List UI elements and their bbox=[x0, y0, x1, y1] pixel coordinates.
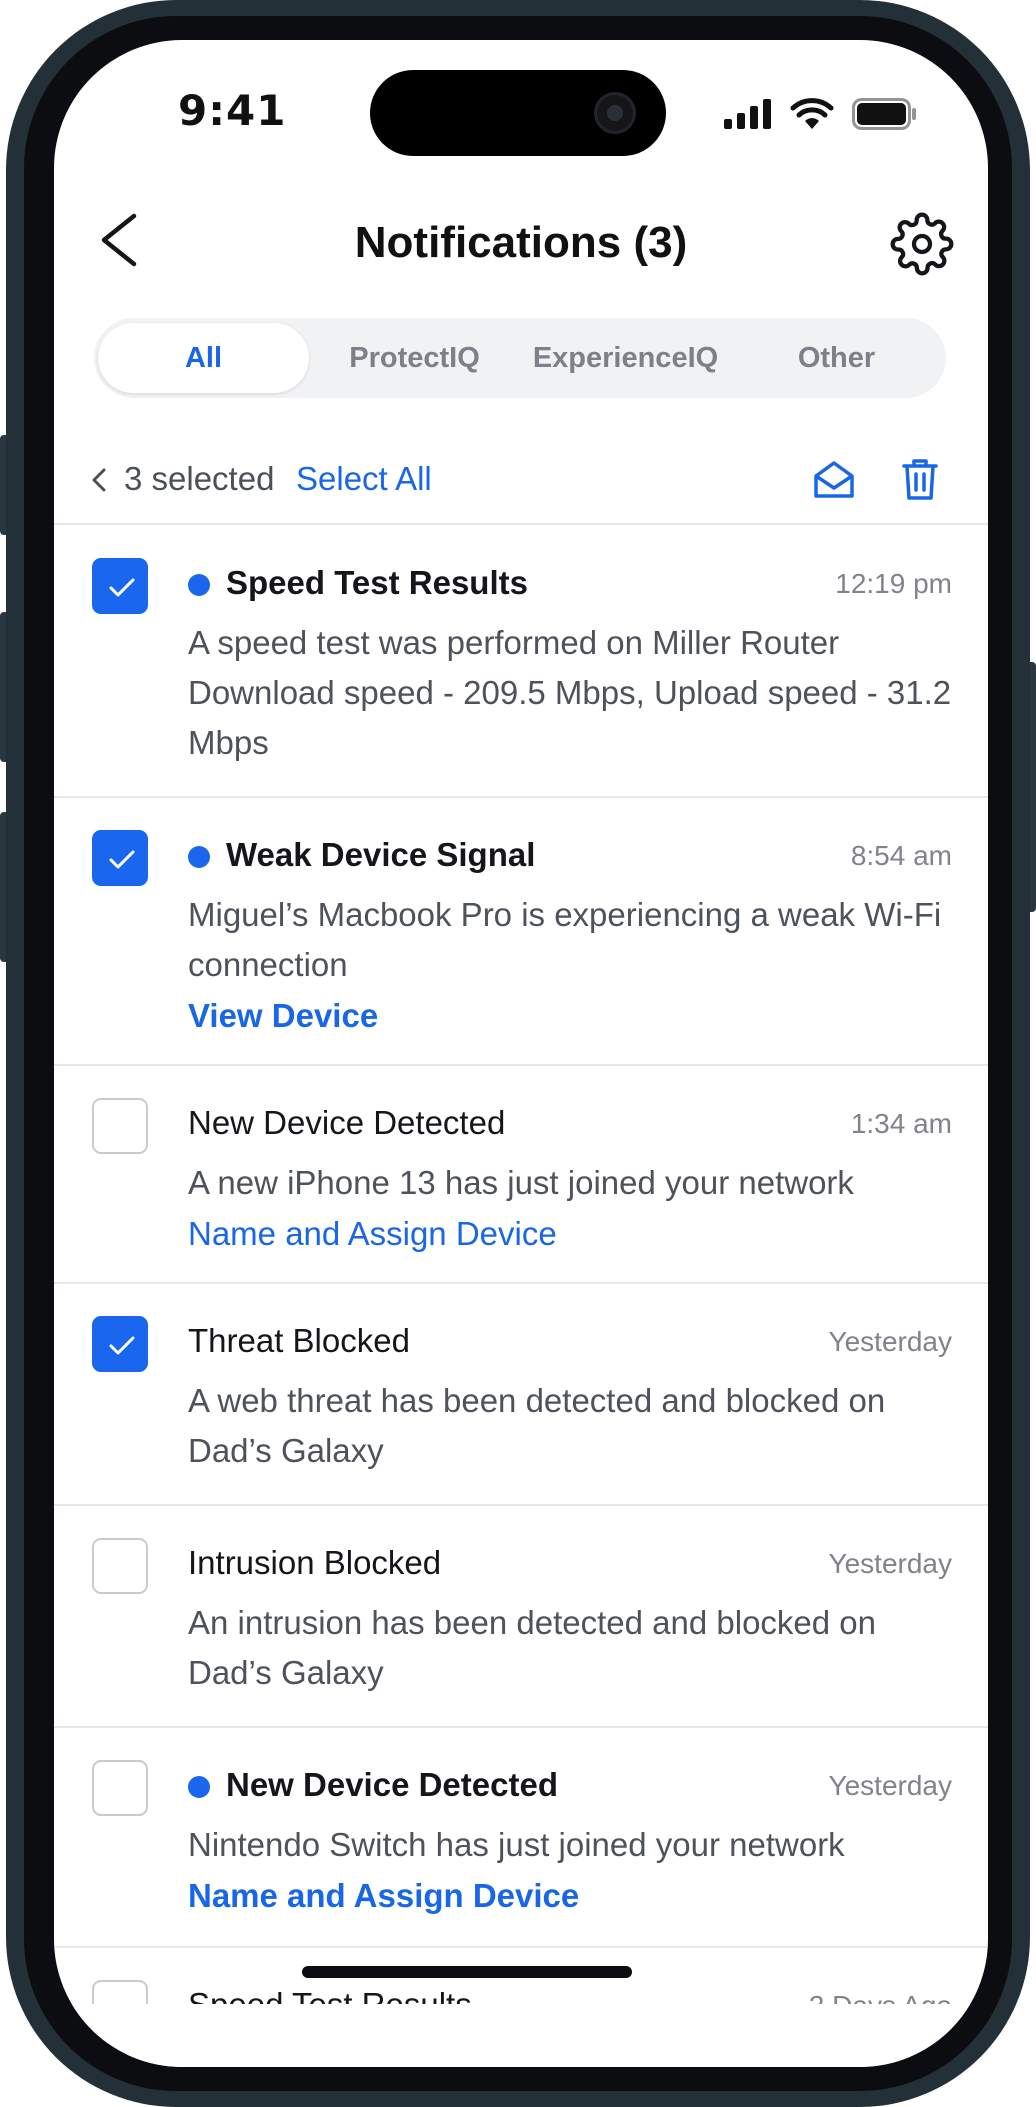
notification-item[interactable]: New Device Detected 1:34 am A new iPhone… bbox=[54, 1066, 988, 1284]
selected-count: 3 selected bbox=[124, 460, 275, 497]
notification-item[interactable]: Weak Device Signal 8:54 am Miguel’s Macb… bbox=[54, 798, 988, 1066]
notification-header: New Device Detected Yesterday bbox=[188, 1766, 952, 1808]
notification-checkbox[interactable] bbox=[92, 558, 148, 614]
trash-icon bbox=[902, 459, 938, 500]
tab-experienceiq[interactable]: ExperienceIQ bbox=[520, 323, 731, 393]
tab-other[interactable]: Other bbox=[731, 323, 942, 393]
name-and-assign-device-link[interactable]: Name and Assign Device bbox=[188, 1870, 952, 1922]
settings-button[interactable] bbox=[890, 212, 954, 276]
chevron-left-icon bbox=[92, 468, 106, 492]
notification-body: A new iPhone 13 has just joined your net… bbox=[188, 1158, 952, 1260]
cellular-signal-icon bbox=[724, 99, 771, 129]
notification-checkbox[interactable] bbox=[92, 1538, 148, 1594]
page-title: Notifications (3) bbox=[354, 218, 688, 267]
view-device-link[interactable]: View Device bbox=[188, 990, 952, 1042]
unread-dot-icon bbox=[188, 574, 210, 596]
battery-icon bbox=[852, 98, 916, 130]
tab-all[interactable]: All bbox=[98, 323, 309, 393]
notification-time: Yesterday bbox=[828, 1326, 953, 1357]
notification-checkbox[interactable] bbox=[92, 1098, 148, 1154]
home-indicator[interactable] bbox=[302, 1966, 632, 1978]
notification-title: Threat Blocked bbox=[188, 1322, 410, 1359]
open-envelope-icon bbox=[814, 461, 854, 498]
notification-time: 12:19 pm bbox=[835, 568, 952, 599]
notification-item[interactable]: New Device Detected Yesterday Nintendo S… bbox=[54, 1728, 988, 1948]
notification-body: Miguel’s Macbook Pro is experiencing a w… bbox=[188, 890, 952, 1042]
status-icons bbox=[724, 98, 918, 130]
toolbar-divider bbox=[54, 523, 988, 525]
notification-title: New Device Detected bbox=[188, 1104, 506, 1141]
notification-message: A web threat has been detected and block… bbox=[188, 1382, 886, 1469]
notification-header: Intrusion Blocked Yesterday bbox=[188, 1544, 952, 1586]
notification-checkbox[interactable] bbox=[92, 1316, 148, 1372]
notification-message: Miguel’s Macbook Pro is experiencing a w… bbox=[188, 896, 942, 983]
notification-header: Weak Device Signal 8:54 am bbox=[188, 836, 952, 878]
unread-dot-icon bbox=[188, 1776, 210, 1798]
category-tabs: All ProtectIQ ExperienceIQ Other bbox=[94, 318, 946, 398]
notification-time: Yesterday bbox=[828, 1548, 953, 1579]
notification-body: A web threat has been detected and block… bbox=[188, 1376, 952, 1476]
notification-header: Threat Blocked Yesterday bbox=[188, 1322, 952, 1364]
notification-header: Speed Test Results 12:19 pm bbox=[188, 564, 952, 606]
notification-body: A speed test was performed on Miller Rou… bbox=[188, 618, 952, 768]
checkmark-icon bbox=[109, 1336, 135, 1355]
notification-message: A new iPhone 13 has just joined your net… bbox=[188, 1164, 854, 1201]
selection-toolbar: 3 selected Select All bbox=[54, 440, 988, 520]
notification-title: Speed Test Results bbox=[226, 564, 528, 601]
dynamic-island bbox=[370, 70, 666, 156]
notification-message: An intrusion has been detected and block… bbox=[188, 1604, 877, 1691]
notification-title: New Device Detected bbox=[226, 1766, 558, 1803]
gear-icon bbox=[890, 212, 954, 276]
notification-message: Nintendo Switch has just joined your net… bbox=[188, 1826, 845, 1863]
scroll-cutoff bbox=[54, 2004, 988, 2067]
notification-item[interactable]: Threat Blocked Yesterday A web threat ha… bbox=[54, 1284, 988, 1506]
wifi-icon bbox=[790, 98, 834, 129]
status-time: 9:41 bbox=[178, 86, 287, 135]
checkmark-icon bbox=[109, 578, 135, 597]
notification-title: Weak Device Signal bbox=[226, 836, 536, 873]
notification-item[interactable]: Intrusion Blocked Yesterday An intrusion… bbox=[54, 1506, 988, 1728]
front-camera bbox=[594, 92, 636, 134]
mark-as-read-button[interactable] bbox=[810, 456, 858, 504]
notification-body: Nintendo Switch has just joined your net… bbox=[188, 1820, 952, 1922]
notification-item[interactable]: Speed Test Results 12:19 pm A speed test… bbox=[54, 526, 988, 798]
notification-list: Speed Test Results 12:19 pm A speed test… bbox=[54, 526, 988, 2067]
select-all-button[interactable]: Select All bbox=[296, 460, 432, 498]
unread-dot-icon bbox=[188, 846, 210, 868]
phone-screen: 9:41 Notifications (3) All ProtectIQ Exp… bbox=[54, 40, 988, 2067]
notification-time: Yesterday bbox=[828, 1770, 953, 1801]
notification-body: An intrusion has been detected and block… bbox=[188, 1598, 952, 1698]
name-and-assign-device-link[interactable]: Name and Assign Device bbox=[188, 1208, 952, 1260]
notification-checkbox[interactable] bbox=[92, 1760, 148, 1816]
exit-selection-button[interactable] bbox=[84, 458, 114, 502]
notification-time: 1:34 am bbox=[850, 1108, 952, 1139]
notification-title: Intrusion Blocked bbox=[188, 1544, 442, 1581]
tab-protectiq[interactable]: ProtectIQ bbox=[309, 323, 520, 393]
notification-message: A speed test was performed on Miller Rou… bbox=[188, 624, 952, 761]
notification-header: New Device Detected 1:34 am bbox=[188, 1104, 952, 1146]
notification-checkbox[interactable] bbox=[92, 830, 148, 886]
notification-time: 8:54 am bbox=[850, 840, 952, 871]
checkmark-icon bbox=[109, 850, 135, 869]
delete-button[interactable] bbox=[896, 454, 944, 504]
